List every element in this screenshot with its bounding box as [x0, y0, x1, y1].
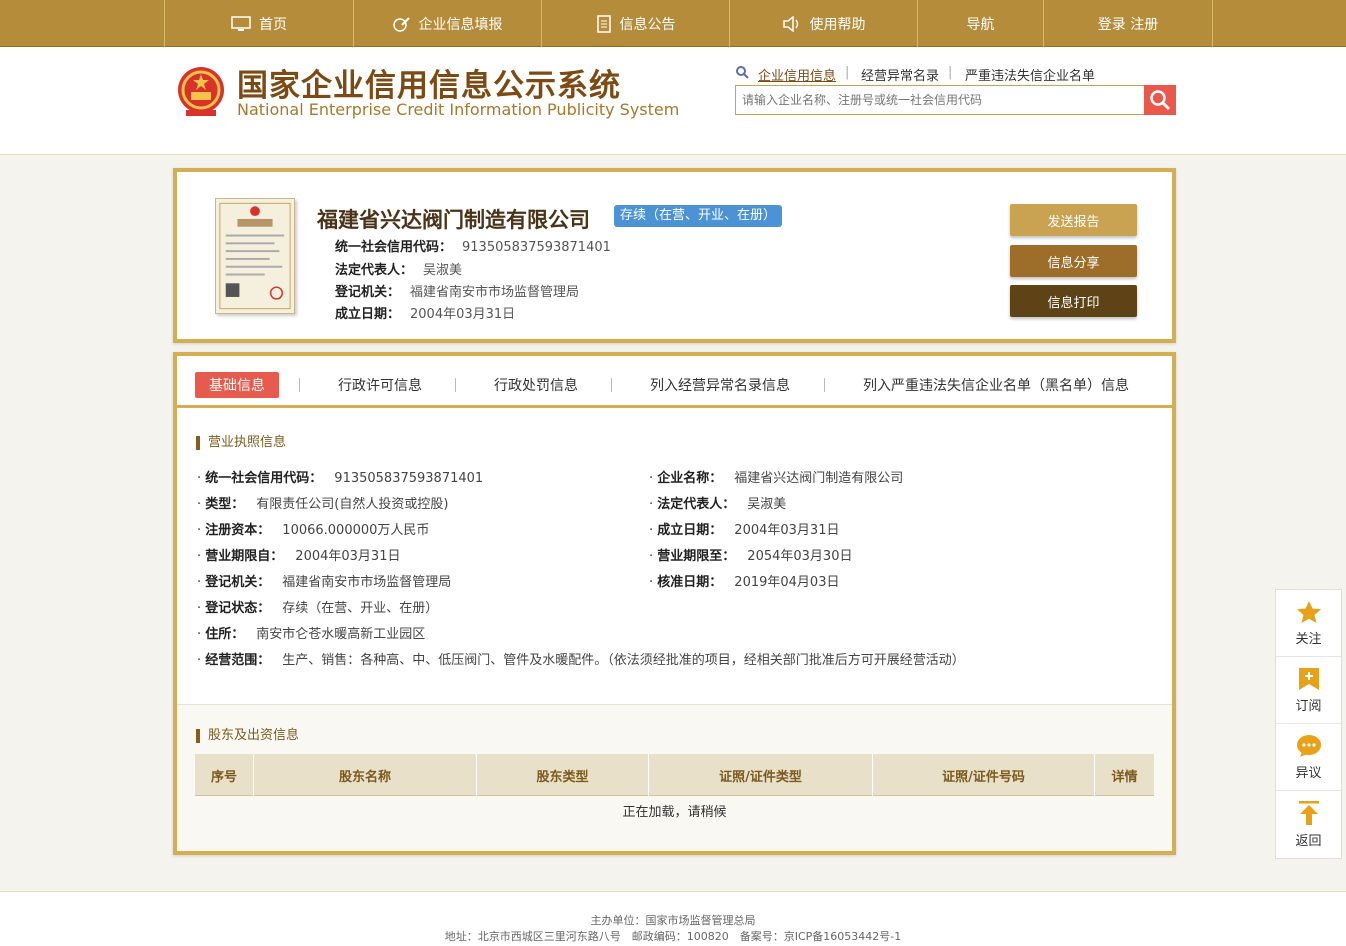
footer-sponsor: 主办单位：国家市场监督管理总局	[590, 914, 756, 927]
field-credit-code: · 统一社会信用代码： 913505837593871401	[197, 471, 484, 486]
nav-home-label: 首页	[259, 16, 287, 33]
search-input[interactable]	[736, 86, 1144, 114]
tab-blacklist[interactable]: 列入严重违法失信企业名单（黑名单）信息	[863, 372, 1129, 398]
nav-login-register[interactable]: 登录 注册	[1043, 0, 1213, 47]
company-card: 福建省兴达阀门制造有限公司 存续（在营、开业、在册） 统一社会信用代码： 9135…	[173, 168, 1176, 343]
field-address: · 住所： 南安市仑苍水暖高新工业园区	[197, 627, 426, 642]
link-separator: |	[845, 65, 850, 80]
card-field-founded: 成立日期： 2004年03月31日	[335, 307, 516, 322]
link-blacklist[interactable]: 严重违法失信企业名单	[965, 65, 1095, 84]
tab-divider	[455, 378, 456, 392]
search-icon	[1150, 90, 1171, 111]
tab-divider	[824, 378, 825, 392]
nav-notice[interactable]: 信息公告	[541, 0, 729, 47]
search-box	[735, 85, 1145, 115]
chat-bubble-icon	[1296, 734, 1321, 757]
arrow-up-icon	[1298, 801, 1319, 825]
nav-navigation-label: 导航	[966, 16, 995, 33]
column-header: 证照/证件号码	[873, 754, 1095, 796]
tab-divider	[299, 378, 300, 392]
print-info-button[interactable]: 信息打印	[1010, 285, 1137, 317]
site-header: 国家企业信用信息公示系统 National Enterprise Credit …	[0, 47, 1346, 155]
subscribe-button[interactable]: 订阅	[1276, 657, 1341, 724]
tab-admin-penalty[interactable]: 行政处罚信息	[494, 372, 578, 398]
license-section-title: 营业执照信息	[196, 436, 286, 450]
field-reg-status: · 登记状态： 存续（在营、开业、在册）	[197, 601, 439, 616]
field-authority: · 登记机关： 福建省南安市市场监督管理局	[197, 575, 452, 590]
column-header: 证照/证件类型	[649, 754, 873, 796]
edit-icon	[392, 16, 410, 32]
back-to-top-button[interactable]: 返回	[1276, 791, 1341, 858]
search-icon	[736, 66, 749, 79]
top-nav: 首页 企业信息填报 信息公告 使用帮助 导航 登录 注册	[0, 0, 1346, 47]
tab-basic-info[interactable]: 基础信息	[195, 372, 279, 398]
monitor-icon	[231, 15, 251, 31]
field-reg-capital: · 注册资本： 10066.000000万人民币	[197, 523, 430, 538]
footer-address: 地址：北京市西城区三里河东路八号 邮政编码：100820 备案号：京ICP备16…	[444, 930, 902, 943]
site-subtitle: National Enterprise Credit Information P…	[237, 100, 680, 119]
tab-bar: 基础信息 行政许可信息 行政处罚信息 列入经营异常名录信息 列入严重违法失信企业…	[177, 356, 1172, 408]
shareholder-section: 股东及出资信息 序号 股东名称 股东类型 证照/证件类型 证照/证件号码 详情 …	[177, 704, 1172, 851]
search-category-links: 企业信用信息 | 经营异常名录 | 严重违法失信企业名单	[735, 65, 1175, 85]
loading-text: 正在加载，请稍候	[622, 805, 727, 820]
nav-report[interactable]: 企业信息填报	[353, 0, 541, 47]
tab-abnormal[interactable]: 列入经营异常名录信息	[650, 372, 790, 398]
bookmark-plus-icon	[1298, 667, 1319, 690]
card-field-credit-code: 统一社会信用代码： 913505837593871401	[335, 240, 611, 255]
detail-panel: 基础信息 行政许可信息 行政处罚信息 列入经营异常名录信息 列入严重违法失信企业…	[173, 352, 1176, 855]
national-emblem-icon	[178, 67, 224, 116]
speaker-icon	[782, 15, 798, 32]
link-abnormal-list[interactable]: 经营异常名录	[861, 65, 939, 84]
field-type: · 类型： 有限责任公司(自然人投资或控股)	[197, 497, 449, 512]
link-separator: |	[948, 65, 953, 80]
column-header: 股东类型	[477, 754, 649, 796]
search-button[interactable]	[1144, 85, 1176, 115]
share-info-button[interactable]: 信息分享	[1010, 245, 1137, 277]
star-icon	[1296, 600, 1321, 623]
field-term-to: · 营业期限至： 2054年03月30日	[649, 549, 853, 564]
site-title: 国家企业信用信息公示系统	[237, 68, 621, 104]
objection-button[interactable]: 异议	[1276, 724, 1341, 791]
field-legal-rep: · 法定代表人： 吴淑美	[649, 497, 787, 512]
nav-home[interactable]: 首页	[164, 0, 353, 47]
column-header: 详情	[1111, 769, 1138, 785]
tab-divider	[611, 378, 612, 392]
send-report-button[interactable]: 发送报告	[1010, 204, 1137, 236]
follow-button[interactable]: 关注	[1276, 590, 1341, 657]
nav-notice-label: 信息公告	[619, 16, 676, 33]
nav-report-label: 企业信息填报	[418, 16, 503, 33]
field-company-name: · 企业名称： 福建省兴达阀门制造有限公司	[649, 471, 904, 486]
tab-admin-license[interactable]: 行政许可信息	[338, 372, 422, 398]
site-footer: 主办单位：国家市场监督管理总局 地址：北京市西城区三里河东路八号 邮政编码：10…	[0, 891, 1346, 946]
shareholder-section-title: 股东及出资信息	[196, 729, 299, 743]
nav-help[interactable]: 使用帮助	[729, 0, 917, 47]
card-field-legal-rep: 法定代表人： 吴淑美	[335, 263, 463, 278]
column-header: 序号	[195, 754, 254, 796]
side-float-menu: 关注 订阅 异议 返回	[1275, 589, 1342, 859]
nav-help-label: 使用帮助	[809, 16, 866, 33]
company-name: 福建省兴达阀门制造有限公司	[317, 208, 590, 232]
column-header: 股东名称	[254, 754, 477, 796]
shareholder-table-header: 序号 股东名称 股东类型 证照/证件类型 证照/证件号码 详情	[195, 754, 1154, 796]
field-approval-date: · 核准日期： 2019年04月03日	[649, 575, 840, 590]
field-founded: · 成立日期： 2004年03月31日	[649, 523, 840, 538]
field-term-from: · 营业期限自： 2004年03月31日	[197, 549, 401, 564]
nav-navigation[interactable]: 导航	[917, 0, 1043, 47]
document-icon	[596, 14, 611, 33]
field-business-scope: · 经营范围： 生产、销售：各种高、中、低压阀门、管件及水暖配件。（依法须经批准的…	[197, 653, 965, 668]
nav-login-label: 登录 注册	[1097, 16, 1159, 33]
business-license-image	[215, 198, 295, 314]
status-badge: 存续（在营、开业、在册）	[614, 205, 783, 227]
link-credit-info[interactable]: 企业信用信息	[758, 65, 836, 84]
card-field-authority: 登记机关： 福建省南安市市场监督管理局	[335, 285, 580, 300]
